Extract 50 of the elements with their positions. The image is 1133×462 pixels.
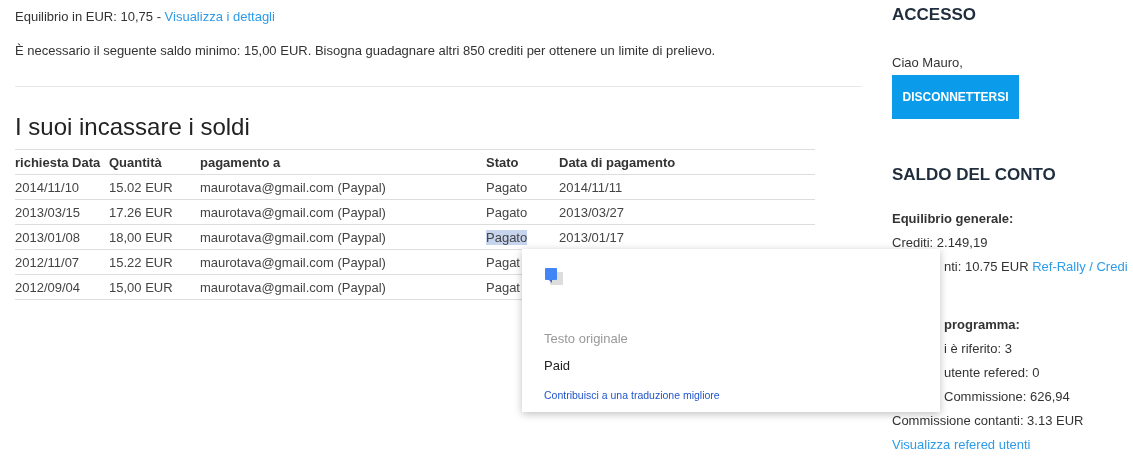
balance-title: SALDO DEL CONTO [892,165,1057,185]
info-text: utente refered: 0 [944,365,1040,380]
info-label: programma: [944,317,1020,332]
table-cell: maurotava@gmail.com (Paypal) [200,279,386,295]
column-header: pagamento a [200,155,281,170]
table-cell: maurotava@gmail.com (Paypal) [200,179,386,195]
table-cell: 15.22 EUR [109,254,173,270]
status-cell: Pagato [486,179,528,195]
ref-rally-link[interactable]: Ref-Rally / Credi [1032,259,1128,274]
translate-icon [544,267,564,287]
logout-button[interactable]: DISCONNETTERSI [892,75,1019,119]
table-cell: 2013/03/27 [559,204,625,220]
greeting-text: Ciao Mauro, [892,54,964,72]
table-cell: maurotava@gmail.com (Paypal) [200,229,386,245]
info-text: i è riferito: 3 [944,341,1012,356]
table-cell: 2012/11/07 [15,254,80,270]
table-cell: 17.26 EUR [109,204,173,220]
info-text: Crediti: 2.149,19 [892,235,988,250]
details-link[interactable]: Visualizza i dettagli [164,9,275,24]
original-text: Paid [544,358,572,373]
original-text-label: Testo originale [544,331,629,346]
referred-users-link[interactable]: Visualizza refered utenti [892,437,1031,452]
column-header: Stato [486,155,519,170]
table-cell: 2014/11/11 [559,179,623,195]
table-cell: 2013/01/17 [559,229,625,245]
table-cell: 15,00 EUR [109,279,173,295]
balance-label: Equilibrio in EUR: 10,75 - [15,9,162,24]
table-cell: 2014/11/10 [15,179,80,195]
notice-text: È necessario il seguente saldo minimo: 15,00 EUR. Bisogna guadagnare altri 850 crediti per ottenere un limite di prelievo. [15,42,717,60]
login-title: ACCESSO [892,5,978,25]
info-text: nti: 10.75 EUR [944,259,1029,274]
section-heading: I suoi incassare i soldi [15,113,251,141]
status-cell: Pagato [486,229,528,245]
table-cell: 2013/01/08 [15,229,81,245]
status-cell: Pagat [486,254,520,270]
column-header: Data di pagamento [559,155,676,170]
column-header: Quantità [109,155,162,170]
contribute-link[interactable]: Contribuisci a una traduzione migliore [544,389,720,401]
table-cell: maurotava@gmail.com (Paypal) [200,254,386,270]
status-cell: Pagat [486,279,520,295]
table-cell: 2012/09/04 [15,279,81,295]
status-cell: Pagato [486,204,528,220]
table-cell: 15.02 EUR [109,179,173,195]
info-text: Commissione: 626,94 [944,389,1070,404]
table-cell: 18,00 EUR [109,229,173,245]
table-cell: maurotava@gmail.com (Paypal) [200,204,386,220]
table-cell: 2013/03/15 [15,204,81,220]
info-label: Equilibrio generale: [892,211,1014,226]
column-header: richiesta Data [15,155,101,170]
info-text: Commissione contanti: 3.13 EUR [892,413,1084,428]
